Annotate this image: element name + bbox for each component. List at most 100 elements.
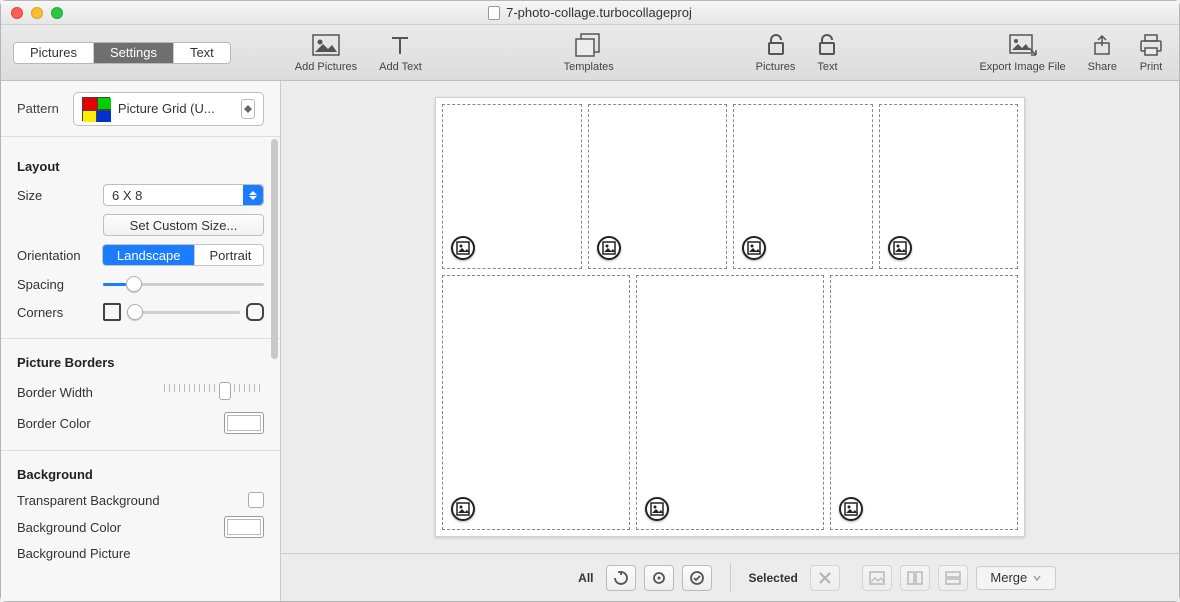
- export-image-icon: [1009, 33, 1037, 57]
- border-width-row: Border Width: [17, 380, 264, 404]
- transparent-bg-label: Transparent Background: [17, 493, 240, 508]
- transparent-bg-row: Transparent Background: [17, 492, 264, 508]
- corners-slider[interactable]: [127, 302, 240, 322]
- window-title: 7-photo-collage.turbocollageproj: [1, 5, 1179, 20]
- toolbar-export-group: Export Image File Share Print: [975, 31, 1167, 75]
- add-pictures-label: Add Pictures: [295, 61, 357, 73]
- layout-heading: Layout: [17, 159, 264, 174]
- bottom-toolbar: All Selected Merge: [281, 553, 1179, 601]
- collage-row-bottom: [442, 275, 1018, 530]
- templates-label: Templates: [564, 61, 614, 73]
- toolbar: Pictures Settings Text Add Pictures Add …: [1, 25, 1179, 81]
- all-label: All: [578, 571, 593, 585]
- collage-cell[interactable]: [588, 104, 728, 269]
- document-filename: 7-photo-collage.turbocollageproj: [506, 5, 692, 20]
- app-window: 7-photo-collage.turbocollageproj Picture…: [0, 0, 1180, 602]
- add-image-icon[interactable]: [645, 497, 669, 521]
- tab-text[interactable]: Text: [173, 43, 230, 63]
- orientation-label: Orientation: [17, 248, 94, 263]
- export-image-button[interactable]: Export Image File: [975, 31, 1069, 75]
- add-text-button[interactable]: Add Text: [375, 31, 426, 75]
- apply-all-button[interactable]: [682, 565, 712, 591]
- rotate-all-button[interactable]: [644, 565, 674, 591]
- pattern-row: Pattern Picture Grid (U...: [1, 81, 280, 137]
- orientation-row: Orientation Landscape Portrait: [17, 244, 264, 266]
- collage-cell[interactable]: [733, 104, 873, 269]
- background-picture-row: Background Picture: [17, 546, 264, 561]
- add-image-icon[interactable]: [597, 236, 621, 260]
- size-label: Size: [17, 188, 95, 203]
- content-area: Pattern Picture Grid (U... Layout Size 6…: [1, 81, 1179, 601]
- shuffle-all-button[interactable]: [606, 565, 636, 591]
- collage-row-top: [442, 104, 1018, 269]
- pattern-value: Picture Grid (U...: [118, 101, 215, 116]
- sidebar-tab-segment: Pictures Settings Text: [13, 42, 231, 64]
- add-text-icon: [389, 33, 411, 57]
- size-select[interactable]: 6 X 8: [103, 184, 264, 206]
- split-vertical-button: [900, 565, 930, 591]
- transparent-bg-checkbox[interactable]: [248, 492, 264, 508]
- add-text-label: Add Text: [379, 61, 422, 73]
- pattern-label: Pattern: [17, 101, 59, 116]
- merge-label: Merge: [990, 570, 1027, 585]
- print-label: Print: [1140, 61, 1163, 73]
- collage[interactable]: [435, 97, 1025, 537]
- print-button[interactable]: Print: [1135, 31, 1167, 75]
- print-icon: [1139, 33, 1163, 57]
- collage-cell[interactable]: [879, 104, 1019, 269]
- collage-cell[interactable]: [442, 275, 630, 530]
- set-custom-size-button[interactable]: Set Custom Size...: [103, 214, 264, 236]
- share-label: Share: [1088, 61, 1117, 73]
- spacing-slider[interactable]: [103, 274, 264, 294]
- background-heading: Background: [17, 467, 264, 482]
- canvas-center: [281, 81, 1179, 553]
- replace-image-button: [862, 565, 892, 591]
- tab-settings[interactable]: Settings: [93, 43, 173, 63]
- orientation-toggle: Landscape Portrait: [102, 244, 264, 266]
- delete-selected-button: [810, 565, 840, 591]
- pattern-select[interactable]: Picture Grid (U...: [73, 92, 264, 126]
- collage-cell[interactable]: [830, 275, 1018, 530]
- background-color-swatch[interactable]: [224, 516, 264, 538]
- corners-label: Corners: [17, 305, 95, 320]
- background-color-label: Background Color: [17, 520, 216, 535]
- border-width-label: Border Width: [17, 385, 156, 400]
- size-row: Size 6 X 8: [17, 184, 264, 206]
- dropdown-arrows-icon: [243, 185, 263, 205]
- border-color-swatch[interactable]: [224, 412, 264, 434]
- collage-cell[interactable]: [442, 104, 582, 269]
- settings-scroll[interactable]: Layout Size 6 X 8 Set Custom Size... Ori…: [1, 137, 280, 601]
- lock-text-label: Text: [817, 61, 837, 73]
- round-corner-icon: [246, 303, 264, 321]
- collage-cell[interactable]: [636, 275, 824, 530]
- tab-pictures[interactable]: Pictures: [14, 43, 93, 63]
- titlebar: 7-photo-collage.turbocollageproj: [1, 1, 1179, 25]
- orientation-landscape[interactable]: Landscape: [103, 245, 195, 265]
- background-color-row: Background Color: [17, 516, 264, 538]
- add-image-icon[interactable]: [742, 236, 766, 260]
- stepper-icon: [241, 99, 255, 119]
- lock-pictures-label: Pictures: [756, 61, 796, 73]
- add-image-icon[interactable]: [451, 497, 475, 521]
- divider: [730, 563, 731, 593]
- templates-button[interactable]: Templates: [560, 31, 618, 75]
- border-color-label: Border Color: [17, 416, 216, 431]
- custom-size-label: Set Custom Size...: [130, 218, 238, 233]
- toolbar-add-group: Add Pictures Add Text: [291, 31, 426, 75]
- add-image-icon[interactable]: [888, 236, 912, 260]
- corners-row: Corners: [17, 302, 264, 322]
- settings-sidebar: Pattern Picture Grid (U... Layout Size 6…: [1, 81, 281, 601]
- lock-text-button[interactable]: Text: [813, 31, 841, 75]
- scrollbar-thumb[interactable]: [271, 139, 278, 359]
- picture-borders-heading: Picture Borders: [17, 355, 264, 370]
- border-color-row: Border Color: [17, 412, 264, 434]
- templates-icon: [574, 33, 604, 57]
- share-button[interactable]: Share: [1084, 31, 1121, 75]
- add-pictures-button[interactable]: Add Pictures: [291, 31, 361, 75]
- border-width-slider[interactable]: [164, 380, 264, 404]
- add-image-icon[interactable]: [451, 236, 475, 260]
- orientation-portrait[interactable]: Portrait: [194, 245, 264, 265]
- lock-pictures-button[interactable]: Pictures: [752, 31, 800, 75]
- add-image-icon[interactable]: [839, 497, 863, 521]
- share-icon: [1092, 33, 1112, 57]
